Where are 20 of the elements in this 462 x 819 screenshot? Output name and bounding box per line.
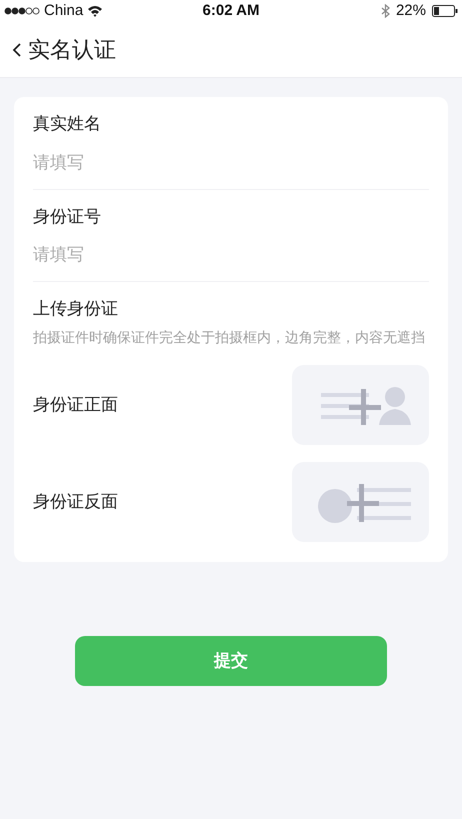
upload-area[interactable]: [292, 462, 429, 542]
wifi-icon: [87, 5, 104, 17]
upload-label: 身份证反面: [33, 490, 118, 513]
battery-icon: [432, 5, 458, 17]
signal-icon: [4, 7, 40, 15]
hint-text: 拍摄证件时确保证件完全处于拍摄框内，边角完整，内容无遮挡: [33, 328, 426, 346]
submit-button[interactable]: 提交: [75, 636, 387, 686]
upload-label: 身份证正面: [33, 394, 118, 416]
input-field[interactable]: 请填写: [33, 229, 429, 281]
battery-percent: 22%: [396, 0, 426, 21]
carrier: China: [44, 0, 84, 21]
clock: 6:02 AM: [202, 0, 260, 21]
bluetooth-icon: [380, 4, 390, 18]
page-title: 实名认证: [28, 36, 116, 64]
back-icon[interactable]: [12, 42, 22, 58]
field-label: 身份证号: [33, 206, 102, 228]
input-field[interactable]: 请填写: [33, 136, 429, 188]
upload-area[interactable]: [292, 364, 429, 444]
field-label: 真实姓名: [33, 113, 102, 135]
section-title: 上传身份证: [33, 298, 119, 320]
